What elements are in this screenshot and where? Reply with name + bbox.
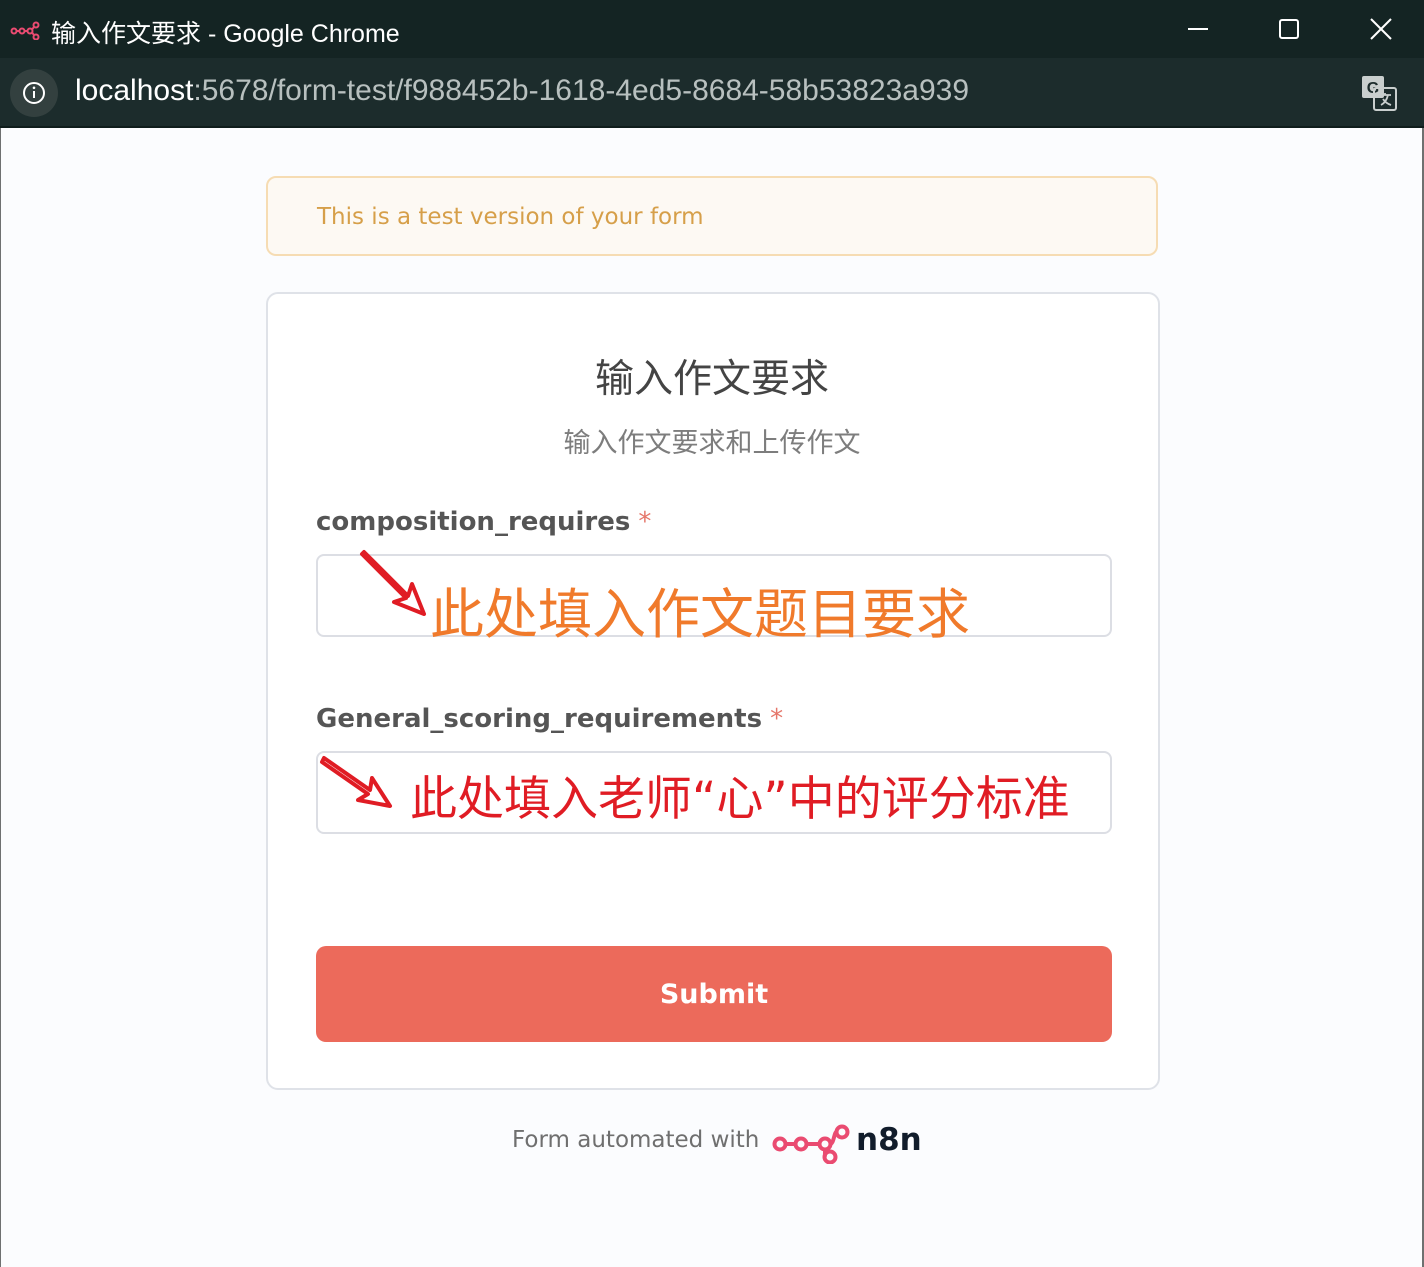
- general-scoring-requirements-label: General_scoring_requirements *: [316, 704, 783, 734]
- arrow-icon: [360, 550, 426, 616]
- window-title: 输入作文要求 - Google Chrome: [51, 20, 400, 48]
- required-mark: *: [638, 507, 652, 537]
- info-icon: [23, 82, 45, 104]
- minimize-button[interactable]: [1152, 0, 1244, 58]
- required-mark: *: [770, 704, 784, 734]
- arrow-icon: [320, 756, 392, 808]
- maximize-button[interactable]: [1243, 0, 1335, 58]
- composition-requires-label: composition_requires *: [316, 507, 651, 537]
- n8n-app-icon: [10, 21, 40, 40]
- url-field[interactable]: localhost:5678/form-test/f988452b-1618-4…: [75, 74, 969, 108]
- site-info-button[interactable]: [10, 69, 58, 117]
- test-banner-text: This is a test version of your form: [317, 204, 704, 230]
- window-titlebar: 输入作文要求 - Google Chrome: [0, 0, 1424, 58]
- url-host: localhost: [75, 74, 194, 107]
- url-path: :5678/form-test/f988452b-1618-4ed5-8684-…: [193, 74, 970, 107]
- close-window-button[interactable]: [1335, 0, 1424, 58]
- translate-icon[interactable]: G: [1360, 74, 1398, 112]
- test-version-banner: This is a test version of your form: [266, 176, 1158, 256]
- submit-button[interactable]: Submit: [316, 946, 1112, 1042]
- form-subtitle: 输入作文要求和上传作文: [563, 428, 861, 459]
- form-title: 输入作文要求: [594, 357, 829, 402]
- minimize-icon: [1188, 28, 1208, 30]
- address-bar: localhost:5678/form-test/f988452b-1618-4…: [0, 58, 1424, 126]
- n8n-logo-icon[interactable]: [772, 1124, 852, 1164]
- annotation-text: 此处填入老师“心”中的评分标准: [410, 772, 1070, 827]
- toolbar-divider: [0, 126, 1424, 128]
- field-label-text: composition_requires: [316, 507, 631, 537]
- field-label-text: General_scoring_requirements: [316, 704, 763, 734]
- close-icon: [1370, 18, 1392, 40]
- maximize-icon: [1279, 19, 1299, 39]
- annotation-text: 此处填入作文题目要求: [430, 583, 970, 646]
- footer-text: Form automated with: [512, 1127, 760, 1153]
- window-edge-left: [0, 128, 1, 1267]
- n8n-brand-text[interactable]: n8n: [856, 1122, 922, 1158]
